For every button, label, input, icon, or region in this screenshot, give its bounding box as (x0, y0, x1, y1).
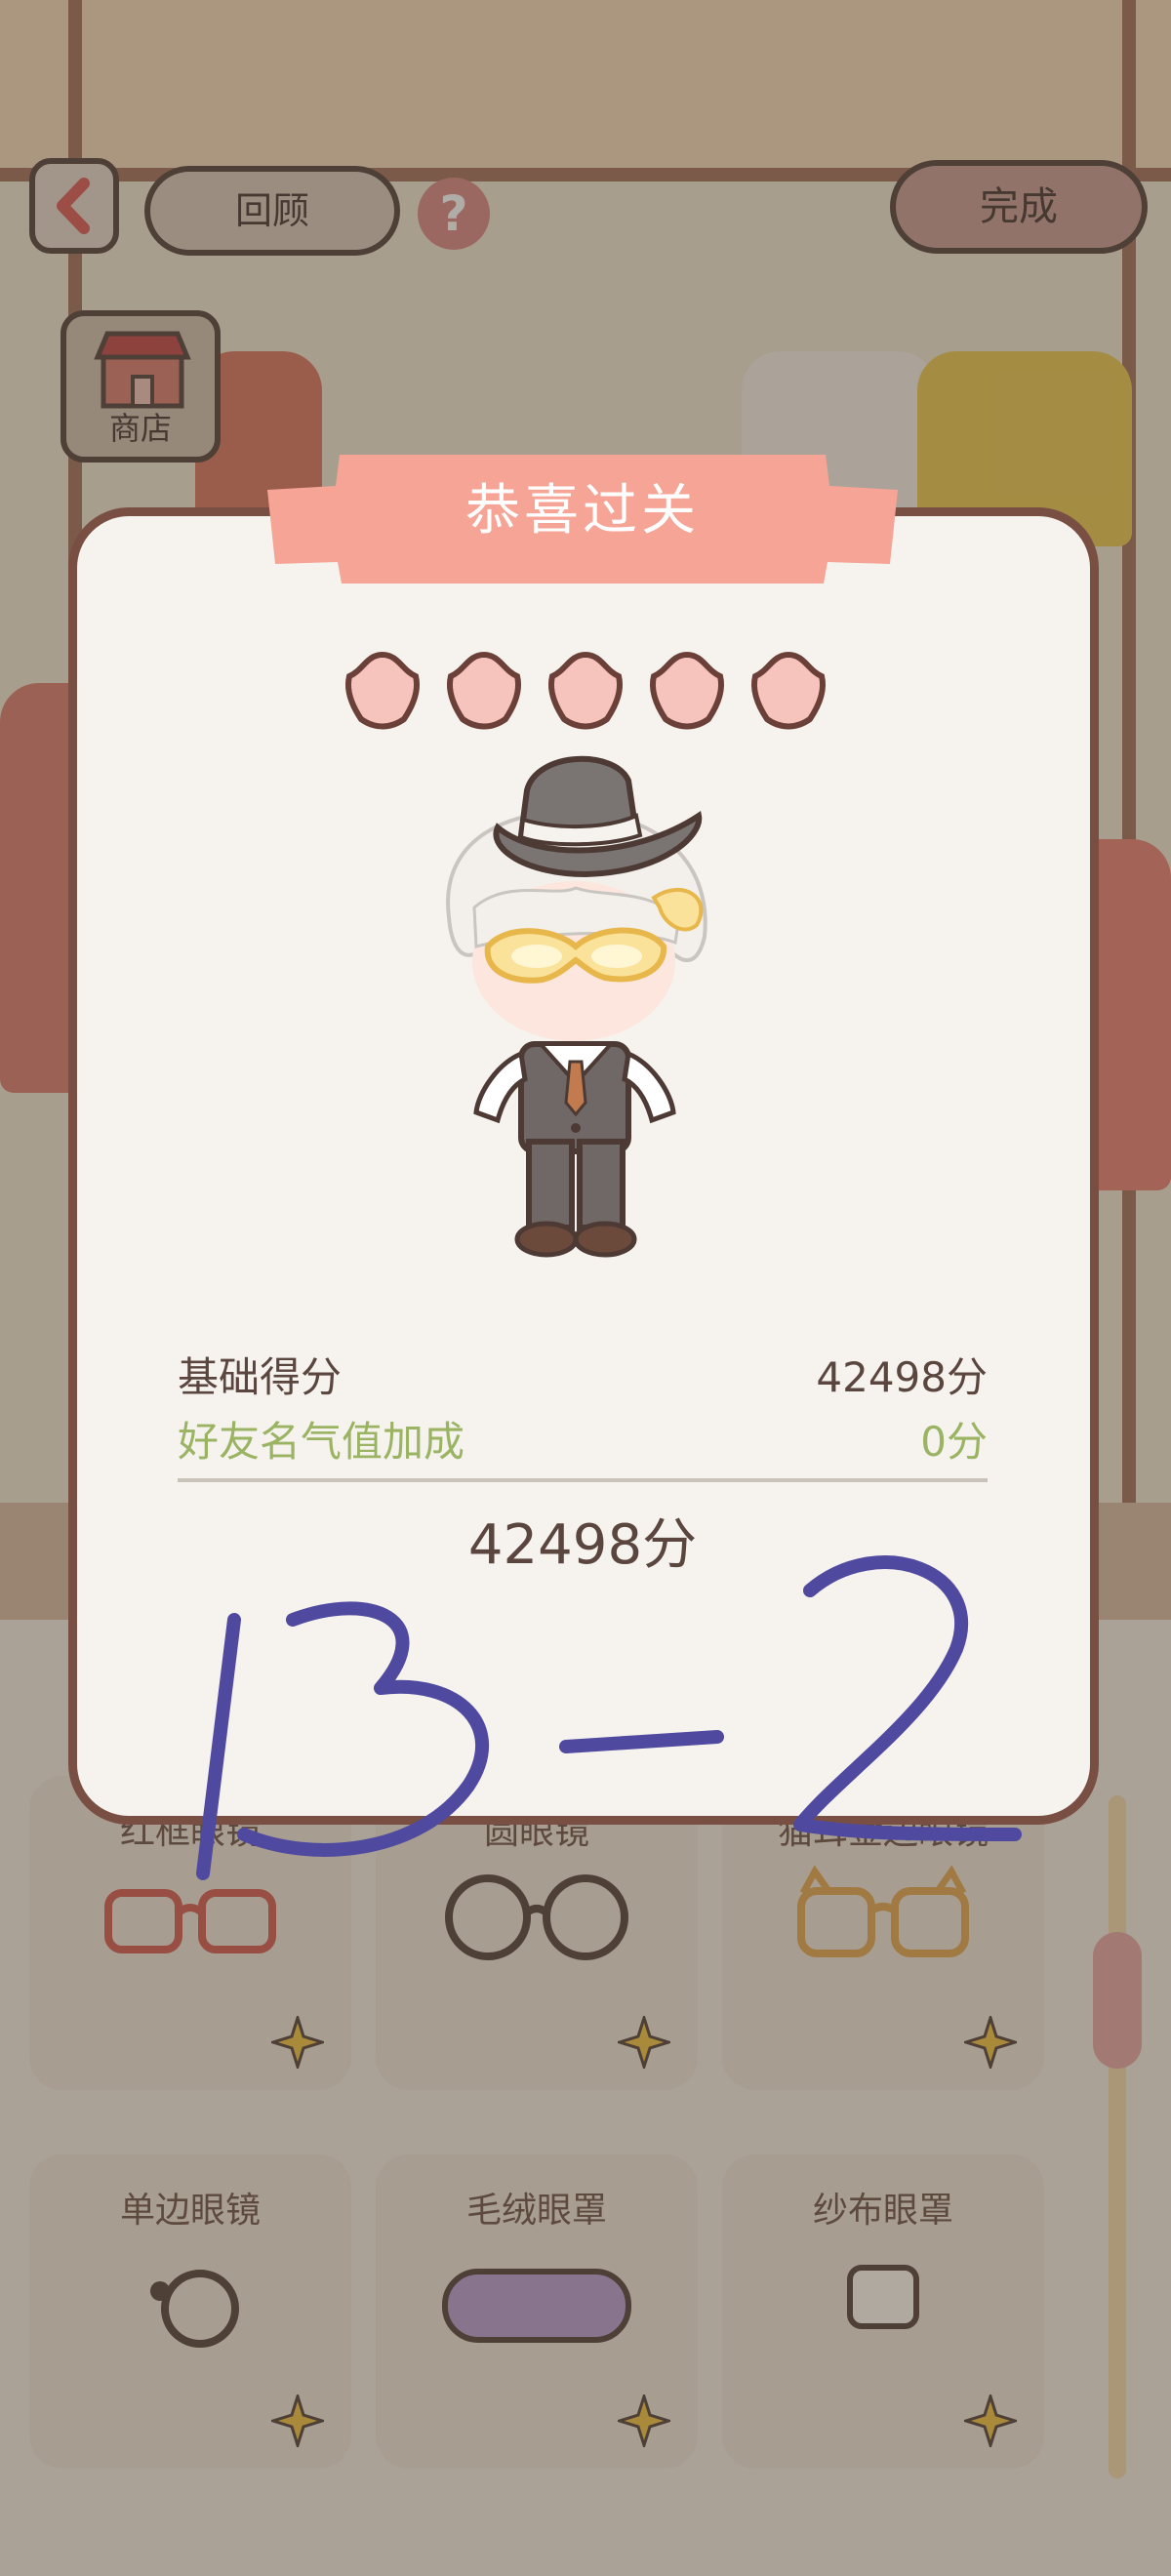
handwritten-annotation (196, 1555, 1022, 1880)
dialog-title: 恭喜过关 (465, 479, 700, 543)
score-divider (178, 1478, 988, 1482)
star-icon (751, 651, 826, 730)
star-icon (345, 651, 420, 730)
star-icon (650, 651, 724, 730)
star-icon (548, 651, 623, 730)
friend-bonus-label: 好友名气值加成 (178, 1418, 465, 1466)
star-icon (447, 651, 521, 730)
dressed-character-illustration (446, 755, 707, 1258)
base-score-value: 42498分 (816, 1353, 988, 1401)
friend-bonus-value: 0分 (920, 1418, 988, 1466)
base-score-label: 基础得分 (178, 1353, 343, 1401)
rating-stars (345, 651, 826, 730)
